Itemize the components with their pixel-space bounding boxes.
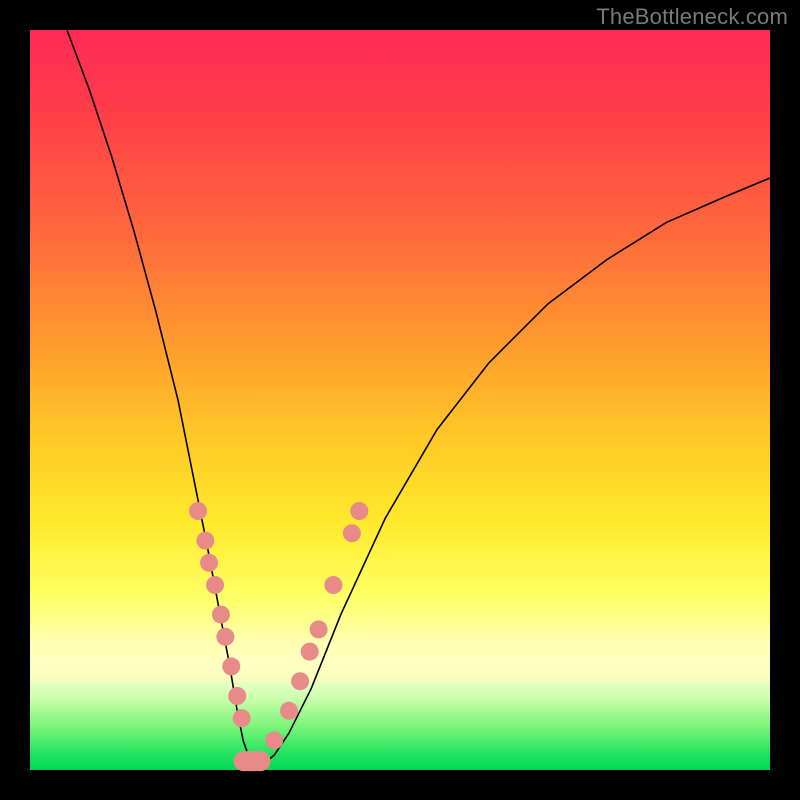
plot-area [30, 30, 770, 770]
data-marker [310, 620, 328, 638]
watermark-text: TheBottleneck.com [596, 4, 788, 30]
data-marker [206, 576, 224, 594]
data-marker [265, 731, 283, 749]
data-marker [301, 643, 319, 661]
data-marker [216, 628, 234, 646]
data-marker [233, 709, 251, 727]
markers-left-branch [189, 502, 251, 727]
data-marker [200, 554, 218, 572]
data-marker [189, 502, 207, 520]
data-marker [324, 576, 342, 594]
data-marker [222, 657, 240, 675]
data-marker [212, 606, 230, 624]
highlight-band [30, 646, 770, 682]
data-marker [228, 687, 246, 705]
bottom-pill [234, 751, 271, 771]
markers-right-branch [265, 502, 368, 749]
data-marker [291, 672, 309, 690]
chart-frame: TheBottleneck.com [0, 0, 800, 800]
data-marker [280, 702, 298, 720]
data-marker [343, 524, 361, 542]
data-marker [196, 532, 214, 550]
bottleneck-curve [67, 30, 770, 763]
curve-layer [30, 30, 770, 770]
trough-pill [234, 751, 271, 771]
data-marker [350, 502, 368, 520]
